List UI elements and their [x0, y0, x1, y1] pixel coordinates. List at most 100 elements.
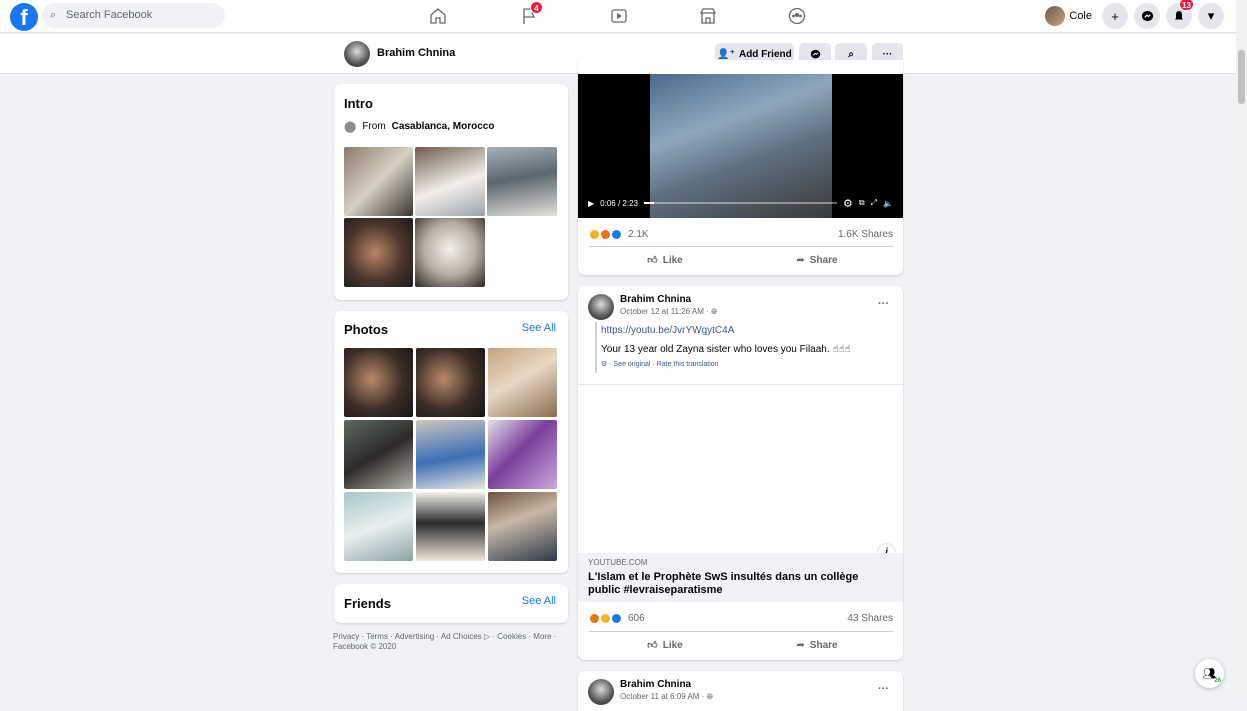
photo-thumbnail[interactable]: [344, 420, 413, 489]
messenger-icon[interactable]: [1134, 3, 1160, 29]
post-actions: 👍︎ Like ➦ Share: [589, 635, 893, 655]
link-preview-caption[interactable]: YOUTUBE.COM L'Islam et le Prophète SwS i…: [578, 553, 903, 602]
picture-in-picture-icon[interactable]: ⧉: [859, 198, 865, 208]
photo-thumbnail[interactable]: [416, 420, 485, 489]
post-date-text: October 11 at 6:09 AM ·: [620, 692, 707, 701]
from-label: From: [362, 121, 386, 132]
post-date-text: October 12 at 11:26 AM ·: [620, 307, 712, 316]
featured-photo[interactable]: [415, 147, 485, 216]
footer-links-line[interactable]: Privacy · Terms · Advertising · Ad Choic…: [333, 632, 573, 642]
volume-muted-icon[interactable]: 🔈: [883, 199, 893, 208]
scrollbar-thumb[interactable]: [1238, 50, 1245, 104]
photos-card: Photos See All: [334, 311, 568, 573]
play-icon[interactable]: ▶: [588, 199, 594, 208]
featured-photo[interactable]: [415, 218, 485, 287]
reactions-summary[interactable]: 2.1K: [589, 228, 649, 240]
link-preview-image[interactable]: [578, 385, 903, 552]
post-author-name[interactable]: Brahim Chnina: [620, 679, 691, 690]
link-source: YOUTUBE.COM: [588, 558, 648, 567]
video-controls: ▶ 0:06 / 2:23 ⚙ ⧉ ⤢ 🔈: [588, 196, 893, 210]
notifications-bell-icon[interactable]: 13: [1166, 0, 1194, 29]
contacts-count: 26: [1214, 678, 1221, 684]
post-stats: 606 43 Shares: [589, 608, 893, 628]
reaction-count: 606: [628, 612, 645, 624]
more-label: ···: [882, 49, 893, 60]
page-scrollbar[interactable]: [1236, 0, 1247, 698]
friends-see-all-link[interactable]: See All: [522, 595, 556, 607]
marketplace-icon[interactable]: [696, 4, 720, 28]
featured-photo[interactable]: [487, 147, 557, 216]
divider: [589, 246, 893, 247]
photo-thumbnail[interactable]: [416, 348, 485, 417]
add-friend-label: Add Friend: [738, 49, 792, 60]
post-date[interactable]: October 11 at 6:09 AM · 🌐︎: [620, 692, 713, 702]
account-menu-chevron-down-icon[interactable]: ▾: [1198, 3, 1224, 29]
video-time: 0:06 / 2:23: [600, 198, 638, 208]
settings-gear-icon[interactable]: ⚙: [843, 197, 853, 210]
like-button[interactable]: 👍︎ Like: [589, 250, 741, 270]
like-label: Like: [662, 639, 683, 651]
location-link[interactable]: Casablanca, Morocco: [392, 121, 495, 132]
featured-photo[interactable]: [344, 218, 413, 287]
post-author-name[interactable]: Brahim Chnina: [620, 294, 691, 305]
share-button[interactable]: ➦ Share: [741, 635, 893, 655]
intro-location: ⬤ From Casablanca, Morocco: [344, 120, 494, 133]
reactions-summary[interactable]: 606: [589, 612, 645, 624]
globe-icon: 🌐︎: [706, 692, 713, 701]
profile-avatar[interactable]: [344, 41, 370, 67]
post-date[interactable]: October 12 at 11:26 AM · 🌐︎: [620, 307, 717, 317]
create-plus-icon[interactable]: +: [1102, 3, 1128, 29]
post-more-button[interactable]: ···: [878, 683, 889, 695]
settings-gear-icon: ⚙: [601, 361, 608, 368]
new-message-contacts-button[interactable]: 👥︎ 26: [1195, 659, 1224, 688]
photo-thumbnail[interactable]: [416, 492, 485, 561]
like-button[interactable]: 👍︎ Like: [589, 635, 741, 655]
search-icon: ⌕: [848, 49, 854, 60]
video-player[interactable]: ▶ 0:06 / 2:23 ⚙ ⧉ ⤢ 🔈: [578, 74, 903, 218]
photo-thumbnail[interactable]: [488, 492, 557, 561]
post-author-avatar[interactable]: [588, 679, 614, 705]
pages-flag-icon[interactable]: 4: [517, 1, 543, 28]
post-card: Brahim Chnina October 11 at 6:09 AM · 🌐︎…: [578, 671, 903, 711]
footer-copyright: Facebook © 2020: [333, 642, 397, 651]
photos-see-all-link[interactable]: See All: [522, 322, 556, 334]
share-button[interactable]: ➦ Share: [741, 250, 893, 270]
divider: [589, 631, 893, 632]
post-text: Your 13 year old Zayna sister who loves …: [601, 344, 851, 355]
post-card: Brahim Chnina October 12 at 11:26 AM · 🌐…: [578, 286, 903, 660]
globe-icon: 🌐︎: [711, 307, 718, 316]
watch-icon[interactable]: [607, 4, 631, 28]
profile-shortcut[interactable]: Cole: [1045, 6, 1092, 26]
photo-thumbnail[interactable]: [488, 420, 557, 489]
thumbs-up-icon: 👍︎: [647, 255, 658, 266]
post-author-avatar[interactable]: [588, 294, 614, 320]
facebook-logo[interactable]: f: [10, 3, 38, 31]
featured-photo[interactable]: [344, 147, 413, 216]
photo-thumbnail[interactable]: [344, 492, 413, 561]
link-headline: L'Islam et le Prophète SwS insultés dans…: [588, 571, 859, 596]
share-count[interactable]: 43 Shares: [847, 613, 893, 624]
profile-name-header[interactable]: Brahim Chnina: [377, 47, 455, 59]
post-more-button[interactable]: ···: [878, 298, 889, 310]
video-progress-bar[interactable]: [643, 202, 838, 204]
haha-reaction-icon: [600, 612, 611, 624]
intro-title: Intro: [344, 96, 373, 111]
video-post-stats: 2.1K 1.6K Shares: [589, 224, 893, 244]
share-arrow-icon: ➦: [796, 254, 805, 266]
groups-icon[interactable]: [785, 4, 809, 28]
fullscreen-icon[interactable]: ⤢: [871, 198, 877, 208]
translation-links[interactable]: ⚙ · See original · Rate this translation: [601, 360, 719, 368]
angry-reaction-icon: [589, 612, 600, 624]
photo-thumbnail[interactable]: [488, 348, 557, 417]
intro-card: Intro ⬤ From Casablanca, Morocco: [334, 84, 568, 300]
home-icon[interactable]: [426, 4, 450, 28]
quote-bar: [595, 322, 597, 373]
like-label: Like: [662, 254, 683, 266]
photo-thumbnail[interactable]: [344, 348, 413, 417]
share-count[interactable]: 1.6K Shares: [838, 229, 893, 240]
share-arrow-icon: ➦: [796, 639, 805, 651]
post-link[interactable]: https://youtu.be/JvrYWgytC4A: [601, 325, 734, 336]
thumbs-up-icon: 👍︎: [647, 640, 658, 651]
search-input[interactable]: ⌕ Search Facebook: [42, 3, 225, 28]
like-reaction-icon: [611, 228, 622, 240]
